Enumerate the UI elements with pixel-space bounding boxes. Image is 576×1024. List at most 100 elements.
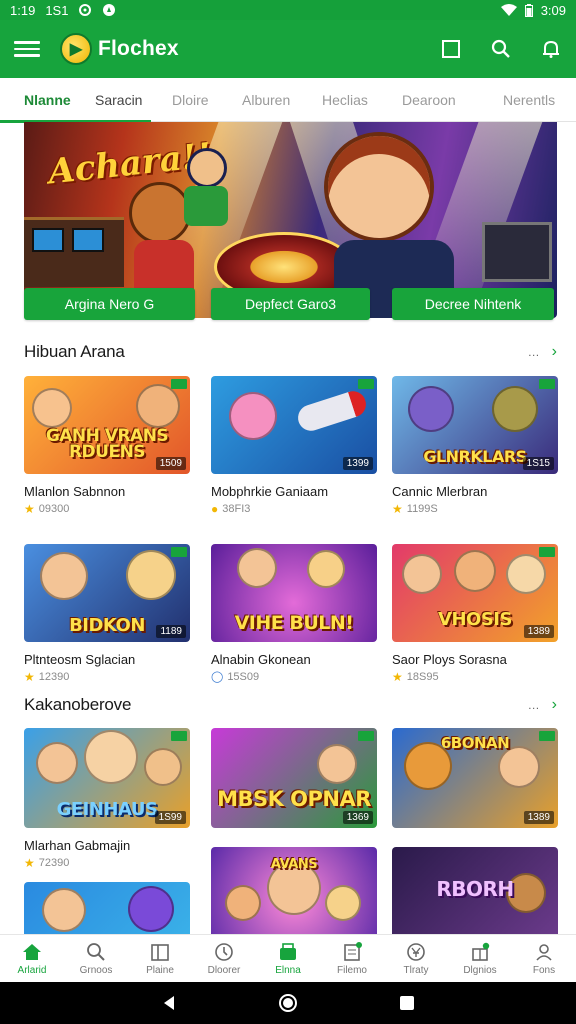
badge bbox=[171, 547, 187, 557]
home-button[interactable] bbox=[278, 993, 298, 1013]
app-actions bbox=[440, 38, 562, 60]
nav-item-library[interactable]: Plaine bbox=[128, 935, 192, 982]
game-tag: 1189 bbox=[156, 625, 186, 638]
character-image bbox=[408, 386, 454, 432]
character-image bbox=[325, 885, 361, 921]
character-image bbox=[237, 548, 277, 588]
character-image bbox=[126, 550, 176, 600]
status-right: 3:09 bbox=[500, 2, 566, 18]
game-card[interactable] bbox=[24, 882, 190, 934]
badge bbox=[358, 731, 374, 741]
document-icon bbox=[344, 941, 362, 961]
section-more-button[interactable]: … › bbox=[528, 343, 557, 361]
character-image bbox=[42, 888, 86, 932]
game-card[interactable]: 6BONAN 1389 bbox=[392, 728, 558, 828]
game-meta: ★ 12390 bbox=[24, 670, 190, 684]
grid-icon: … bbox=[527, 345, 540, 359]
boy-character-image bbox=[187, 148, 227, 188]
nav-item-home[interactable]: Arlarid bbox=[0, 935, 64, 982]
game-card[interactable]: MBSK OPNAR 1369 bbox=[211, 728, 377, 828]
game-card[interactable]: RBORH bbox=[392, 847, 558, 934]
boy-body bbox=[184, 186, 228, 226]
character-image bbox=[307, 550, 345, 588]
menu-button[interactable] bbox=[14, 36, 40, 62]
game-thumbnail: GANH VRANS RDUENS 1509 bbox=[24, 376, 190, 474]
notifications-button[interactable] bbox=[540, 38, 562, 60]
search-button[interactable] bbox=[490, 38, 512, 60]
character-image bbox=[492, 386, 538, 432]
game-thumbnail: RBORH bbox=[392, 847, 558, 934]
section-more-button[interactable]: … › bbox=[528, 696, 557, 714]
currency-icon bbox=[407, 942, 425, 961]
status-time-left: 1:19 bbox=[10, 2, 36, 18]
game-thumbnail: AVANS bbox=[211, 847, 377, 934]
character-image bbox=[136, 384, 180, 428]
nav-item-search[interactable]: Grnoos bbox=[64, 935, 128, 982]
game-card[interactable]: GLNRKLARS 1S15 Cannic Mlerbran ★ 1199S bbox=[392, 376, 558, 516]
game-meta: ★ 1199S bbox=[392, 502, 558, 516]
game-card[interactable]: BIDKON 1189 Pltnteosm Sglacian ★ 12390 bbox=[24, 544, 190, 684]
game-card[interactable]: GEINHAUS 1S99 Mlarhan Gabmajin ★ 72390 bbox=[24, 728, 190, 870]
back-button[interactable] bbox=[161, 995, 177, 1011]
star-icon: ★ bbox=[392, 670, 403, 684]
game-card[interactable]: VIHE BULN! Alnabin Gkonean ◯ 15S09 bbox=[211, 544, 377, 683]
hero-button-1[interactable]: Argina Nero G bbox=[24, 288, 195, 320]
character-image bbox=[144, 748, 182, 786]
game-title-art: RBORH bbox=[436, 877, 514, 901]
hero-button-3[interactable]: Decree Nihtenk bbox=[392, 288, 554, 320]
square-button[interactable] bbox=[440, 38, 462, 60]
game-tag: 1389 bbox=[523, 625, 554, 638]
tab-nlanne[interactable]: Nlanne bbox=[0, 78, 150, 123]
system-nav-bar bbox=[0, 982, 576, 1024]
monitor-image bbox=[482, 222, 552, 282]
nav-label: Fons bbox=[532, 964, 556, 976]
gift-icon bbox=[472, 942, 490, 961]
game-meta: ● 38FI3 bbox=[211, 502, 377, 516]
character-image bbox=[32, 388, 72, 428]
nav-label: Dlgnios bbox=[463, 964, 497, 976]
game-name: Pltnteosm Sglacian bbox=[24, 652, 136, 667]
game-title-art: AVANS bbox=[270, 857, 318, 872]
tab-saracin[interactable]: Saracin bbox=[95, 78, 142, 122]
nav-item-files[interactable]: Filemo bbox=[320, 935, 384, 982]
home-circle-icon bbox=[278, 994, 297, 1012]
game-rating: 18S95 bbox=[406, 671, 439, 683]
game-tag: 1369 bbox=[342, 811, 373, 824]
tab-alburen[interactable]: Alburen bbox=[242, 78, 290, 122]
game-card[interactable]: GANH VRANS RDUENS 1509 Mlanlon Sabnnon ★… bbox=[24, 376, 190, 516]
game-card[interactable]: 1399 Mobphrkie Ganiaam ● 38FI3 bbox=[211, 376, 377, 516]
bottom-nav: Arlarid Grnoos Plaine Dloorer Elnna File… bbox=[0, 934, 576, 982]
recents-button[interactable] bbox=[399, 995, 415, 1011]
game-rating: 15S09 bbox=[227, 670, 260, 683]
game-thumbnail bbox=[24, 882, 190, 934]
badge bbox=[539, 379, 555, 389]
tab-nerentls[interactable]: Nerentls bbox=[503, 78, 555, 122]
game-rating: 12390 bbox=[38, 671, 70, 683]
tab-heclias[interactable]: Heclias bbox=[322, 78, 368, 122]
nav-item-recent[interactable]: Dloorer bbox=[192, 935, 256, 982]
nav-item-currency[interactable]: Tlraty bbox=[384, 935, 448, 982]
app-title: Flochex bbox=[98, 37, 179, 60]
game-name: Alnabin Gkonean bbox=[211, 652, 311, 667]
game-thumbnail: 6BONAN 1389 bbox=[392, 728, 558, 828]
game-tag: 1389 bbox=[523, 811, 554, 824]
nav-item-gifts[interactable]: Dlgnios bbox=[448, 935, 512, 982]
game-card[interactable]: VHOSIS 1389 Saor Ploys Sorasna ★ 18S95 bbox=[392, 544, 558, 684]
game-card[interactable]: AVANS bbox=[211, 847, 377, 934]
nav-label: Filemo bbox=[336, 964, 367, 976]
game-title-art: MBSK OPNAR bbox=[217, 787, 371, 811]
character-image bbox=[454, 550, 496, 592]
nav-item-store[interactable]: Elnna bbox=[256, 935, 320, 982]
status-time-right: 3:09 bbox=[540, 2, 566, 18]
menu-line bbox=[14, 54, 40, 57]
character-image bbox=[36, 742, 78, 784]
status-network: 1S1 bbox=[45, 2, 69, 18]
hero-button-2[interactable]: Depfect Garo3 bbox=[211, 288, 370, 320]
game-tag: 1S15 bbox=[522, 457, 554, 470]
star-icon: ★ bbox=[24, 502, 35, 516]
search-icon bbox=[87, 942, 105, 961]
tab-dearoon[interactable]: Dearoon bbox=[402, 78, 456, 122]
tab-dloire[interactable]: Dloire bbox=[172, 78, 209, 122]
nav-item-profile[interactable]: Fons bbox=[512, 935, 576, 982]
game-name: Saor Ploys Sorasna bbox=[392, 652, 507, 667]
